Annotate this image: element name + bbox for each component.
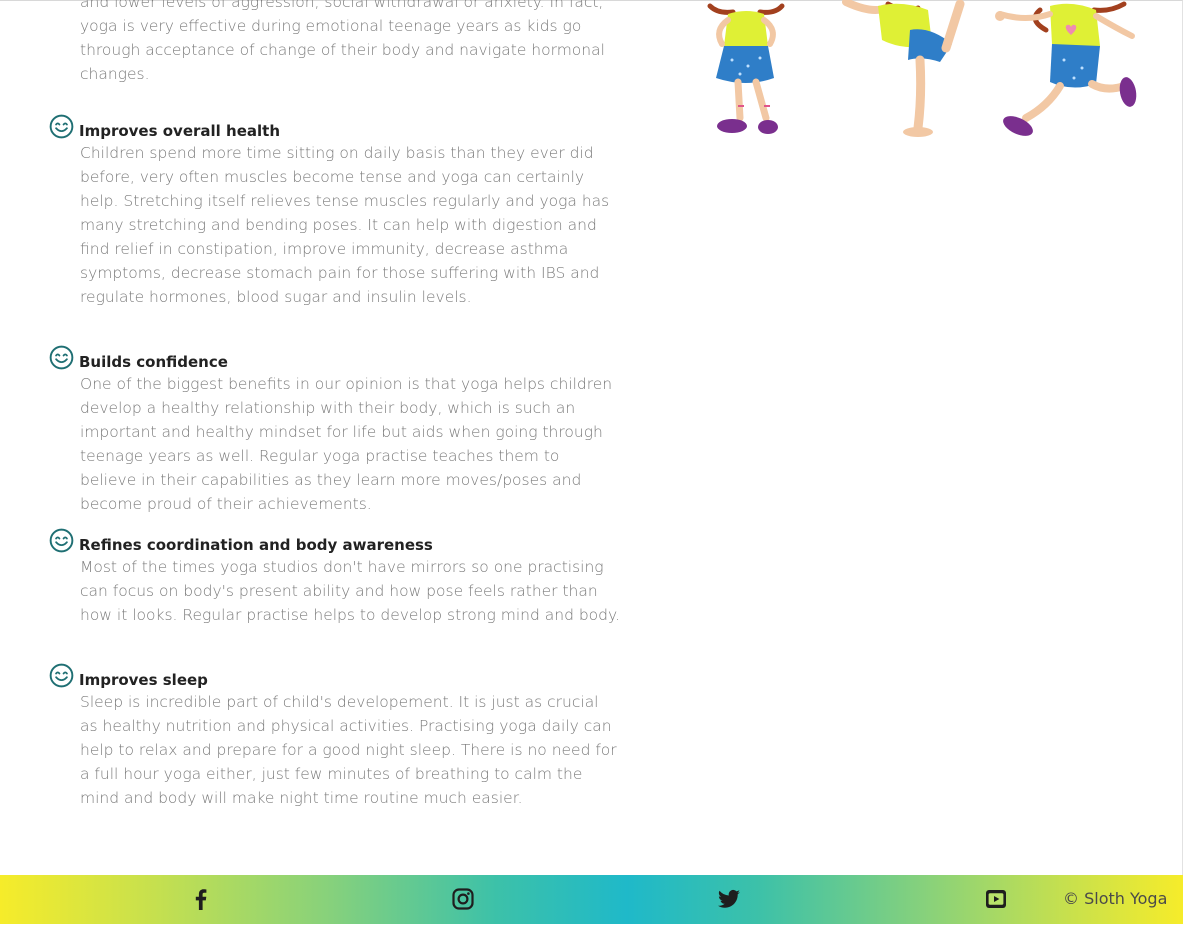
footer: © Sloth Yoga — [0, 875, 1183, 924]
benefit-description: Sleep is incredible part of child's deve… — [80, 693, 617, 807]
standing-girl-figure — [707, 3, 785, 134]
running-girl-figure — [995, 1, 1137, 136]
instagram-icon[interactable] — [451, 887, 475, 911]
benefit-item-health: Improves overall health Children spend m… — [49, 113, 629, 309]
twitter-icon[interactable] — [717, 887, 741, 911]
smile-icon — [49, 114, 74, 139]
smile-icon — [49, 663, 74, 688]
benefit-description: One of the biggest benefits in our opini… — [80, 375, 613, 513]
copyright-text: © Sloth Yoga — [1063, 889, 1168, 908]
kids-yoga-illustration — [707, 0, 1137, 137]
benefit-item-sleep: Improves sleep Sleep is incredible part … — [49, 662, 629, 810]
intro-paragraph: and lower levels of aggression, social w… — [80, 0, 605, 83]
benefit-title: Improves sleep — [79, 671, 208, 689]
smile-icon — [49, 345, 74, 370]
benefit-item-coordination: Refines coordination and body awareness … — [49, 527, 629, 627]
youtube-icon[interactable] — [984, 887, 1008, 911]
benefit-title: Refines coordination and body awareness — [79, 536, 433, 554]
facebook-icon[interactable] — [189, 887, 213, 911]
smile-icon — [49, 528, 74, 553]
benefit-item-confidence: Builds confidence One of the biggest ben… — [49, 344, 629, 516]
stretching-girl-figure — [842, 0, 965, 137]
benefit-title: Builds confidence — [79, 353, 228, 371]
benefit-description: Children spend more time sitting on dail… — [80, 144, 610, 306]
benefit-description: Most of the times yoga studios don't hav… — [80, 558, 620, 624]
benefit-title: Improves overall health — [79, 122, 280, 140]
